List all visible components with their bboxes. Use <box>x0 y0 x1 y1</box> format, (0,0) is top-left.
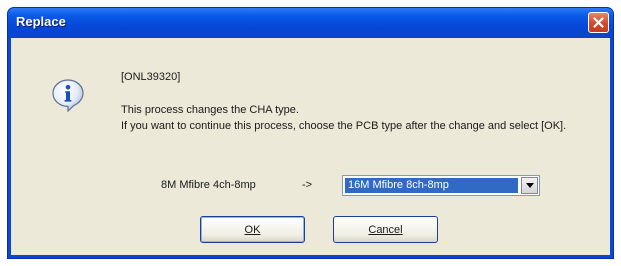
replace-dialog: Replace [ONL39320] This process changes … <box>7 7 614 259</box>
message-line-2: If you want to continue this process, ch… <box>121 120 567 132</box>
ok-button[interactable]: OK <box>200 216 305 243</box>
chevron-down-icon <box>525 183 534 188</box>
cancel-button[interactable]: Cancel <box>333 216 438 243</box>
dialog-body: [ONL39320] This process changes the CHA … <box>11 38 610 255</box>
message-line-1: This process changes the CHA type. <box>121 104 299 116</box>
close-button[interactable] <box>588 12 609 33</box>
pcb-type-selected-value[interactable]: 16M Mfibre 8ch-8mp <box>345 178 518 193</box>
dropdown-button[interactable] <box>521 177 538 194</box>
title-bar[interactable]: Replace <box>8 8 613 38</box>
message-text: This process changes the CHA type. If yo… <box>121 102 601 134</box>
current-pcb-type: 8M Mfibre 4ch-8mp <box>161 179 256 191</box>
pcb-type-select[interactable]: 16M Mfibre 8ch-8mp <box>342 175 540 196</box>
info-icon <box>52 79 84 112</box>
window-title: Replace <box>16 14 66 29</box>
close-icon <box>593 17 604 28</box>
arrow-label: -> <box>302 179 313 191</box>
error-code: [ONL39320] <box>121 71 181 83</box>
